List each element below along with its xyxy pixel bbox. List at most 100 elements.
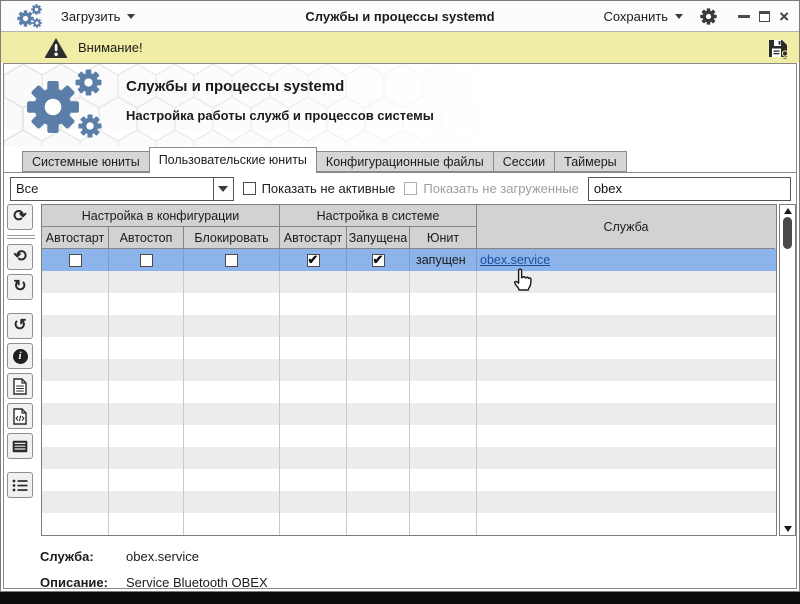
scroll-down-arrow-icon[interactable] bbox=[784, 526, 792, 532]
undo-icon: ↺ bbox=[13, 318, 26, 334]
table-row[interactable] bbox=[42, 359, 776, 381]
column-header-running: Запущена bbox=[347, 227, 410, 249]
unit-state-cell: запущен bbox=[410, 249, 477, 271]
table-row[interactable] bbox=[42, 513, 776, 535]
warning-triangle-icon bbox=[44, 37, 68, 59]
show-unloaded-checkbox bbox=[404, 182, 417, 195]
toolbar-info-button[interactable]: i bbox=[7, 343, 33, 369]
toolbar-undo-button[interactable]: ↺ bbox=[7, 313, 33, 339]
select-dropdown-arrow[interactable] bbox=[213, 178, 233, 200]
info-icon: i bbox=[13, 349, 28, 364]
screen: Службы и процессы systemd Загрузить Сохр… bbox=[0, 0, 800, 604]
table-row[interactable] bbox=[42, 315, 776, 337]
refresh-icon: ⟳ bbox=[13, 209, 26, 225]
warning-message: Внимание! bbox=[78, 40, 143, 55]
show-inactive-checkbox[interactable] bbox=[243, 182, 256, 195]
table-row[interactable] bbox=[42, 469, 776, 491]
minimize-button[interactable] bbox=[738, 15, 750, 18]
app-window: Службы и процессы systemd Загрузить Сохр… bbox=[0, 0, 800, 592]
app-logo-gears-icon bbox=[17, 4, 45, 29]
table-row-selected[interactable]: запущен obex.service bbox=[42, 249, 776, 271]
warning-bar: Внимание! bbox=[1, 32, 799, 63]
toolbar-file-button[interactable] bbox=[7, 373, 33, 399]
column-header-service: Служба bbox=[477, 205, 775, 249]
system-autostart-checkbox[interactable] bbox=[307, 254, 320, 267]
load-button-label: Загрузить bbox=[61, 9, 120, 24]
chevron-down-icon bbox=[218, 186, 228, 192]
detail-service-label: Служба: bbox=[40, 549, 126, 564]
toolbar-list-button[interactable] bbox=[7, 472, 33, 498]
vertical-scrollbar[interactable] bbox=[779, 204, 796, 536]
side-toolbar: ⟳ ⟲ ↻ ↺ i bbox=[7, 204, 39, 536]
table-row[interactable] bbox=[42, 403, 776, 425]
toolbar-refresh-button[interactable]: ⟳ bbox=[7, 204, 33, 230]
close-button[interactable]: × bbox=[779, 11, 789, 22]
app-logo-gears-large-icon bbox=[26, 69, 108, 143]
table-row[interactable] bbox=[42, 293, 776, 315]
table-header: Настройка в конфигурации Настройка в сис… bbox=[42, 205, 776, 249]
unit-filter-value: Все bbox=[11, 178, 213, 200]
detail-description-label: Описание: bbox=[40, 575, 126, 590]
tab-config-files[interactable]: Конфигурационные файлы bbox=[316, 151, 494, 172]
table-row[interactable] bbox=[42, 271, 776, 293]
system-running-checkbox[interactable] bbox=[372, 254, 385, 267]
titlebar: Службы и процессы systemd Загрузить Сохр… bbox=[1, 1, 799, 32]
settings-gear-icon[interactable] bbox=[700, 8, 717, 25]
list-icon bbox=[12, 479, 28, 492]
chevron-down-icon bbox=[127, 14, 135, 19]
save-button-label: Сохранить bbox=[603, 9, 668, 24]
window-controls: × bbox=[734, 11, 789, 22]
history-icon: ⟲ bbox=[13, 249, 26, 265]
detail-service-value: obex.service bbox=[126, 549, 199, 564]
scroll-up-arrow-icon[interactable] bbox=[784, 208, 792, 214]
tab-user-units[interactable]: Пользовательские юниты bbox=[149, 147, 317, 173]
config-block-checkbox[interactable] bbox=[225, 254, 238, 267]
toolbar-separator bbox=[7, 235, 35, 239]
toolbar-history-button[interactable]: ⟲ bbox=[7, 244, 33, 270]
app-body: Службы и процессы systemd Настройка рабо… bbox=[3, 63, 797, 589]
save-file-icon[interactable] bbox=[766, 36, 790, 60]
scrollbar-thumb[interactable] bbox=[783, 217, 792, 249]
toolbar-redo-button[interactable]: ↻ bbox=[7, 274, 33, 300]
tab-bar: Системные юниты Пользовательские юниты К… bbox=[4, 146, 796, 173]
column-header-autostart-system: Автостарт bbox=[280, 227, 347, 249]
group-header-config: Настройка в конфигурации bbox=[42, 205, 280, 227]
maximize-button[interactable] bbox=[759, 11, 770, 22]
filter-bar: Все Показать не активные Показать не заг… bbox=[4, 173, 796, 204]
file-icon bbox=[13, 378, 27, 395]
column-header-autostop: Автостоп bbox=[109, 227, 184, 249]
table-row[interactable] bbox=[42, 381, 776, 403]
toolbar-file-code-button[interactable] bbox=[7, 403, 33, 429]
column-header-autostart-config: Автостарт bbox=[42, 227, 109, 249]
config-autostop-checkbox[interactable] bbox=[140, 254, 153, 267]
chevron-down-icon bbox=[675, 14, 683, 19]
journal-icon bbox=[12, 440, 28, 453]
file-code-icon bbox=[13, 408, 27, 425]
header-band: Службы и процессы systemd Настройка рабо… bbox=[4, 64, 796, 146]
table-empty-rows bbox=[42, 271, 776, 535]
search-input[interactable] bbox=[588, 177, 791, 201]
table-row[interactable] bbox=[42, 425, 776, 447]
tab-timers[interactable]: Таймеры bbox=[554, 151, 627, 172]
tab-system-units[interactable]: Системные юниты bbox=[22, 151, 150, 172]
unit-filter-select[interactable]: Все bbox=[10, 177, 234, 201]
table-row[interactable] bbox=[42, 447, 776, 469]
show-unloaded-checkbox-field: Показать не загруженные bbox=[404, 181, 578, 196]
service-link[interactable]: obex.service bbox=[480, 253, 550, 267]
details-panel: Служба: obex.service Описание: Service B… bbox=[4, 536, 796, 601]
tab-sessions[interactable]: Сессии bbox=[493, 151, 555, 172]
header-text: Службы и процессы systemd Настройка рабо… bbox=[126, 78, 434, 123]
config-autostart-checkbox[interactable] bbox=[69, 254, 82, 267]
group-header-system: Настройка в системе bbox=[280, 205, 477, 227]
column-header-unit: Юнит bbox=[410, 227, 477, 249]
toolbar-journal-button[interactable] bbox=[7, 433, 33, 459]
table-row[interactable] bbox=[42, 491, 776, 513]
page-subtitle: Настройка работы служб и процессов систе… bbox=[126, 108, 434, 123]
show-unloaded-label: Показать не загруженные bbox=[423, 181, 578, 196]
show-inactive-checkbox-field[interactable]: Показать не активные bbox=[243, 181, 396, 196]
table-row[interactable] bbox=[42, 337, 776, 359]
column-header-block: Блокировать bbox=[184, 227, 280, 249]
page-title: Службы и процессы systemd bbox=[126, 78, 434, 95]
save-button[interactable]: Сохранить bbox=[603, 9, 683, 24]
load-button[interactable]: Загрузить bbox=[61, 9, 135, 24]
